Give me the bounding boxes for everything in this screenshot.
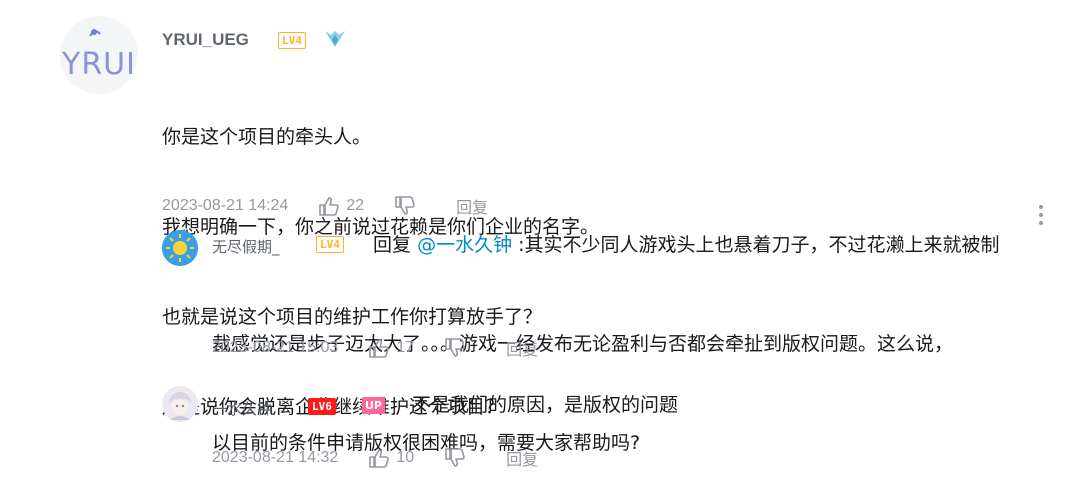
avatar[interactable] [162, 230, 198, 266]
medal-icon [322, 28, 348, 50]
level-badge: LV6 [308, 398, 336, 415]
comment-username[interactable]: YRUI_UEG [162, 30, 249, 50]
anime-avatar-icon [162, 386, 198, 422]
reply-meta: 2023-08-21 14:32 10 回复 [212, 446, 538, 470]
like-button[interactable]: 22 [318, 196, 364, 216]
thumbs-down-icon [395, 196, 415, 215]
reply-username[interactable]: 无尽假期_ [212, 236, 280, 257]
dislike-button[interactable] [394, 196, 416, 216]
up-badge: UP [362, 397, 385, 414]
reply-meta: 2023-08-21 15:03 17 回复 [212, 336, 538, 360]
thumbs-down-icon [445, 338, 465, 357]
thumbs-down-icon [445, 448, 465, 467]
comment-time: 2023-08-21 14:24 [162, 197, 289, 214]
yrui-logo-icon: YRUI [60, 16, 138, 94]
reply-time: 2023-08-21 14:32 [212, 449, 339, 466]
level-badge: LV4 [278, 32, 306, 49]
reply-first-line: 回复 @一水久钟 :其实不少同人游戏头上也悬着刀子，不过花濑上来就被制 [373, 229, 1000, 262]
reply-button[interactable]: 回复 [456, 194, 488, 218]
more-options-icon[interactable] [1037, 203, 1045, 227]
reply-time: 2023-08-21 15:03 [212, 339, 339, 356]
reply-username[interactable]: 一水久钟 [212, 398, 272, 419]
comment-meta: 2023-08-21 14:24 22 回复 [162, 194, 488, 218]
avatar[interactable] [162, 386, 198, 422]
like-button[interactable]: 10 [368, 448, 414, 468]
reply-button[interactable]: 回复 [506, 446, 538, 470]
reply-word: 回复 [373, 234, 412, 256]
thumbs-up-icon [369, 449, 390, 468]
reply-text: 不是我们的原因，是版权的问题 [412, 394, 679, 416]
dislike-button[interactable] [444, 448, 466, 468]
mention-link[interactable]: @一水久钟 [417, 234, 512, 256]
reply-button[interactable]: 回复 [506, 336, 538, 360]
like-button[interactable]: 17 [368, 338, 414, 358]
reply-text: :其实不少同人游戏头上也悬着刀子，不过花濑上来就被制 [518, 234, 1000, 256]
like-count: 10 [396, 449, 415, 466]
comment-line: 你是这个项目的牵头人。 [162, 126, 372, 148]
thumbs-up-icon [369, 339, 390, 358]
like-count: 22 [346, 197, 365, 214]
level-badge: LV4 [316, 236, 344, 253]
dislike-button[interactable] [444, 338, 466, 358]
like-count: 17 [396, 339, 415, 356]
svg-text:YRUI: YRUI [61, 47, 136, 82]
avatar[interactable]: YRUI [60, 16, 138, 94]
thumbs-up-icon [319, 197, 340, 216]
sun-icon [162, 230, 198, 266]
